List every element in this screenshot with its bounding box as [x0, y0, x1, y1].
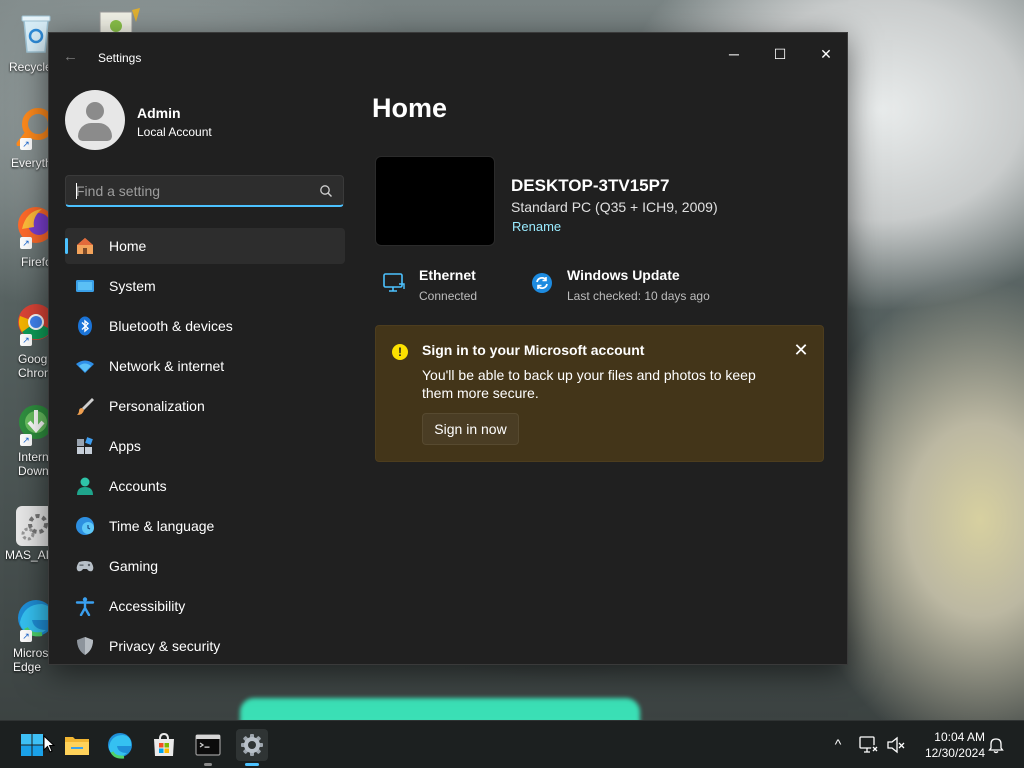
shortcut-arrow-icon: ↗ [20, 630, 32, 642]
taskbar-edge[interactable] [104, 729, 136, 761]
system-icon [76, 280, 94, 292]
volume-muted-icon[interactable] [886, 735, 906, 755]
terminal-icon [195, 734, 221, 756]
sidebar-item-time-language[interactable]: Time & language [65, 508, 345, 544]
banner-body: You'll be able to back up your files and… [422, 367, 756, 401]
ethernet-status[interactable]: Ethernet Connected [382, 267, 502, 307]
running-indicator [204, 763, 212, 766]
sidebar-item-privacy[interactable]: Privacy & security [65, 628, 345, 664]
network-status-icon[interactable] [858, 735, 880, 755]
minimize-button[interactable]: ─ [711, 39, 757, 69]
windows-update-status[interactable]: Windows Update Last checked: 10 days ago [530, 267, 730, 307]
sidebar-item-label: Accounts [109, 478, 167, 494]
sidebar-item-label: Time & language [109, 518, 215, 534]
globe-clock-icon [76, 517, 94, 535]
sidebar-item-label: Apps [109, 438, 141, 454]
sidebar-item-label: Network & internet [109, 358, 225, 374]
sidebar-item-label: Accessibility [109, 598, 186, 614]
rename-link[interactable]: Rename [512, 219, 561, 234]
document-icon [96, 8, 140, 39]
banner-title: Sign in to your Microsoft account [422, 342, 645, 358]
close-button[interactable]: ✕ [803, 39, 847, 69]
shortcut-arrow-icon: ↗ [20, 237, 32, 249]
status-subtitle: Connected [419, 289, 478, 303]
gamepad-icon [76, 561, 94, 572]
active-indicator [245, 763, 259, 766]
shortcut-arrow-icon: ↗ [20, 434, 32, 446]
bluetooth-icon [78, 316, 92, 336]
sidebar-item-home[interactable]: Home [65, 228, 345, 264]
device-wallpaper-thumbnail[interactable] [375, 156, 495, 246]
page-title: Home [372, 93, 448, 123]
folder-icon [65, 737, 89, 755]
accessibility-icon [75, 597, 95, 616]
maximize-button[interactable]: ☐ [757, 39, 803, 69]
sidebar-item-label: Home [109, 238, 147, 254]
status-subtitle: Last checked: 10 days ago [567, 289, 710, 303]
sidebar-item-bluetooth[interactable]: Bluetooth & devices [65, 308, 345, 344]
home-icon [77, 238, 93, 254]
gear-icon [241, 734, 263, 756]
sidebar-item-label: System [109, 278, 156, 294]
sidebar-item-accessibility[interactable]: Accessibility [65, 588, 345, 624]
ethernet-monitor-icon [383, 273, 405, 292]
back-arrow-icon[interactable]: ← [63, 49, 79, 65]
user-name: Admin [137, 105, 181, 121]
taskbar-terminal[interactable] [192, 729, 224, 766]
status-title: Ethernet [419, 267, 476, 283]
sidebar-item-personalization[interactable]: Personalization [65, 388, 345, 424]
sidebar-item-label: Privacy & security [109, 638, 221, 654]
sidebar-item-accounts[interactable]: Accounts [65, 468, 345, 504]
account-type: Local Account [137, 125, 212, 139]
device-name: DESKTOP-3TV15P7 [511, 176, 670, 195]
warning-glyph: ! [398, 345, 402, 359]
tray-overflow-chevron-icon[interactable]: ^ [829, 735, 847, 753]
avatar-head [86, 102, 104, 120]
settings-window: ← Settings ─ ☐ ✕ Admin Local Account Hom… [48, 32, 848, 665]
avatar[interactable] [65, 90, 125, 150]
search-icon[interactable] [319, 184, 333, 198]
shield-icon [77, 637, 93, 655]
brush-icon [77, 398, 94, 415]
close-icon[interactable]: ✕ [791, 340, 811, 360]
sidebar-item-gaming[interactable]: Gaming [65, 548, 345, 584]
shortcut-arrow-icon: ↗ [20, 138, 32, 150]
edge-icon [108, 733, 132, 759]
mouse-cursor-icon [43, 735, 55, 753]
store-icon [154, 732, 174, 756]
signin-banner: ! Sign in to your Microsoft account You'… [375, 325, 824, 462]
clock-date[interactable]: 12/30/2024 [914, 746, 985, 760]
warning-icon: ! [392, 344, 408, 360]
sidebar-item-system[interactable]: System [65, 268, 345, 304]
taskbar: ^ 10:04 AM 12/30/2024 [0, 720, 1024, 768]
sidebar-item-label: Bluetooth & devices [109, 318, 233, 334]
title-bar[interactable]: ← Settings ─ ☐ ✕ [49, 33, 847, 81]
device-model: Standard PC (Q35 + ICH9, 2009) [511, 199, 718, 215]
taskbar-store[interactable] [148, 729, 180, 761]
sidebar-item-label: Personalization [109, 398, 205, 414]
sidebar-item-network[interactable]: Network & internet [65, 348, 345, 384]
taskbar-file-explorer[interactable] [61, 729, 93, 761]
sidebar-nav: Home System Bluetooth & devices Network … [65, 228, 345, 664]
shortcut-arrow-icon: ↗ [20, 334, 32, 346]
sidebar-item-apps[interactable]: Apps [65, 428, 345, 464]
apps-icon [77, 437, 93, 454]
status-title: Windows Update [567, 267, 680, 283]
sidebar-item-label: Gaming [109, 558, 159, 574]
windows-update-icon [532, 273, 552, 293]
accounts-icon [77, 477, 93, 495]
avatar-shoulders [78, 123, 112, 141]
taskbar-settings[interactable] [236, 729, 268, 766]
search-box[interactable] [65, 175, 344, 207]
sign-in-button[interactable]: Sign in now [422, 413, 519, 445]
window-title: Settings [98, 51, 142, 65]
clock-time[interactable]: 10:04 AM [921, 730, 985, 744]
search-input[interactable] [76, 180, 306, 202]
network-icon [76, 360, 94, 373]
notification-bell-icon[interactable] [987, 736, 1005, 754]
